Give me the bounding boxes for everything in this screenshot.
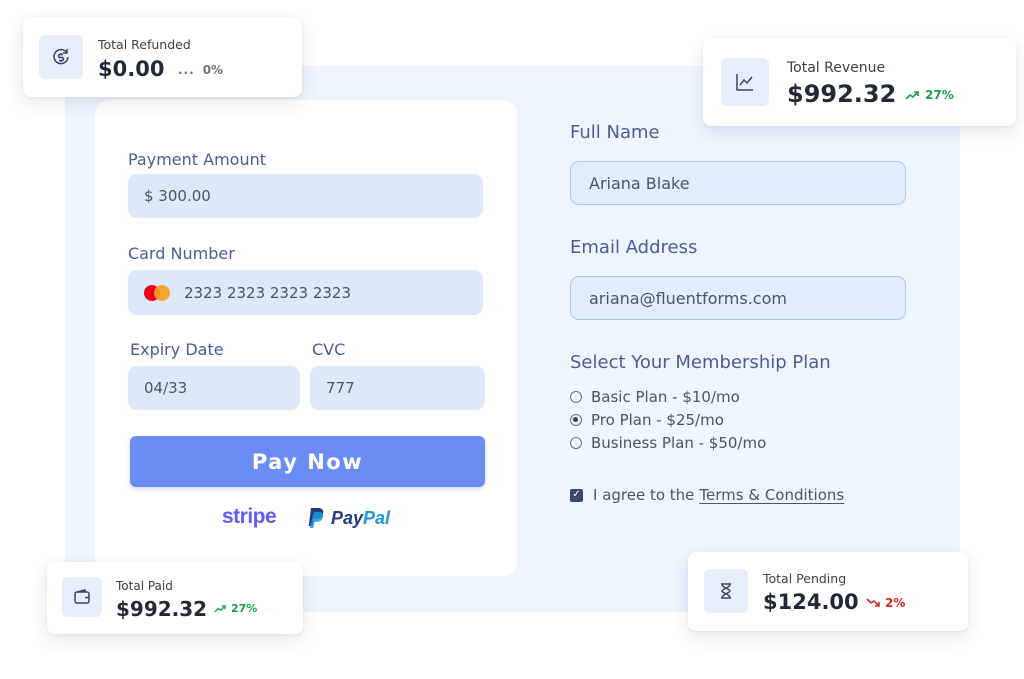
membership-plan-label: Select Your Membership Plan xyxy=(570,352,831,373)
stat-value: $0.00 xyxy=(98,57,165,81)
stat-card-total-pending: Total Pending $124.00 2% xyxy=(688,552,968,631)
wallet-icon xyxy=(62,577,102,617)
refund-dollar-icon xyxy=(39,35,83,79)
email-address-value: ariana@fluentforms.com xyxy=(589,288,787,308)
radio-button[interactable] xyxy=(570,437,582,449)
expiry-date-input[interactable]: 04/33 xyxy=(128,366,300,410)
trend-up-icon xyxy=(905,91,919,100)
checkbox-checked-icon[interactable]: ✓ xyxy=(570,488,583,502)
stat-label: Total Paid xyxy=(116,579,173,593)
plan-option-basic[interactable]: Basic Plan - $10/mo xyxy=(570,388,740,406)
radio-button[interactable] xyxy=(570,391,582,403)
card-number-value: 2323 2323 2323 2323 xyxy=(184,283,351,302)
payment-amount-value: $ 300.00 xyxy=(144,187,211,205)
cvc-value: 777 xyxy=(326,379,355,397)
email-address-input[interactable]: ariana@fluentforms.com xyxy=(570,276,906,320)
paypal-pal-text: Pal xyxy=(363,507,391,528)
full-name-input[interactable]: Ariana Blake xyxy=(570,161,906,205)
stat-value: $992.32 xyxy=(787,80,897,108)
hourglass-icon xyxy=(704,569,748,613)
stat-label: Total Revenue xyxy=(787,60,886,76)
agree-text: I agree to the xyxy=(593,486,695,504)
trend-value: 27% xyxy=(231,602,258,615)
trend-down-icon xyxy=(866,598,880,607)
stat-trend: 27% xyxy=(214,602,257,615)
mastercard-icon xyxy=(144,284,172,302)
trend-value: 27% xyxy=(925,88,954,102)
card-number-label: Card Number xyxy=(128,244,235,263)
pay-now-button[interactable]: Pay Now xyxy=(130,436,485,487)
card-number-input[interactable]: 2323 2323 2323 2323 xyxy=(128,270,483,315)
plan-option-label: Business Plan - $50/mo xyxy=(591,434,767,452)
line-chart-icon xyxy=(721,58,769,106)
radio-button-checked[interactable] xyxy=(570,414,582,426)
trend-value: 0% xyxy=(202,63,224,77)
trend-up-icon xyxy=(214,605,226,613)
cvc-input[interactable]: 777 xyxy=(310,366,485,410)
full-name-value: Ariana Blake xyxy=(589,173,690,193)
stripe-logo[interactable]: stripe xyxy=(222,505,277,529)
plan-option-label: Pro Plan - $25/mo xyxy=(591,411,724,429)
stat-label: Total Pending xyxy=(763,571,847,586)
email-address-label: Email Address xyxy=(570,237,698,258)
stat-value: $124.00 xyxy=(763,590,859,614)
full-name-label: Full Name xyxy=(570,122,660,143)
trend-value: 2% xyxy=(885,596,906,610)
stat-value: $992.32 xyxy=(116,597,208,621)
paypal-icon xyxy=(308,508,324,528)
paypal-logo[interactable]: Pay Pal xyxy=(307,507,390,529)
stat-card-total-paid: Total Paid $992.32 27% xyxy=(47,562,303,634)
paypal-pay-text: Pay xyxy=(331,507,364,528)
trend-flat-icon: ... xyxy=(178,63,195,77)
plan-option-business[interactable]: Business Plan - $50/mo xyxy=(570,434,766,452)
stat-trend: ... 0% xyxy=(178,63,223,77)
payment-card xyxy=(95,100,517,576)
stat-card-total-revenue: Total Revenue $992.32 27% xyxy=(703,38,1016,126)
expiry-date-value: 04/33 xyxy=(144,379,188,397)
expiry-date-label: Expiry Date xyxy=(130,340,224,359)
terms-agreement[interactable]: ✓ I agree to the Terms & Conditions xyxy=(570,486,844,504)
payment-amount-label: Payment Amount xyxy=(128,150,267,169)
cvc-label: CVC xyxy=(312,340,346,359)
payment-amount-input[interactable]: $ 300.00 xyxy=(128,174,483,218)
plan-option-label: Basic Plan - $10/mo xyxy=(591,388,740,406)
stat-card-total-refunded: Total Refunded $0.00 ... 0% xyxy=(23,17,302,97)
stat-label: Total Refunded xyxy=(98,37,191,52)
plan-option-pro[interactable]: Pro Plan - $25/mo xyxy=(570,411,724,429)
stat-trend: 2% xyxy=(866,596,905,610)
terms-link[interactable]: Terms & Conditions xyxy=(699,486,844,504)
stat-trend: 27% xyxy=(905,88,954,102)
